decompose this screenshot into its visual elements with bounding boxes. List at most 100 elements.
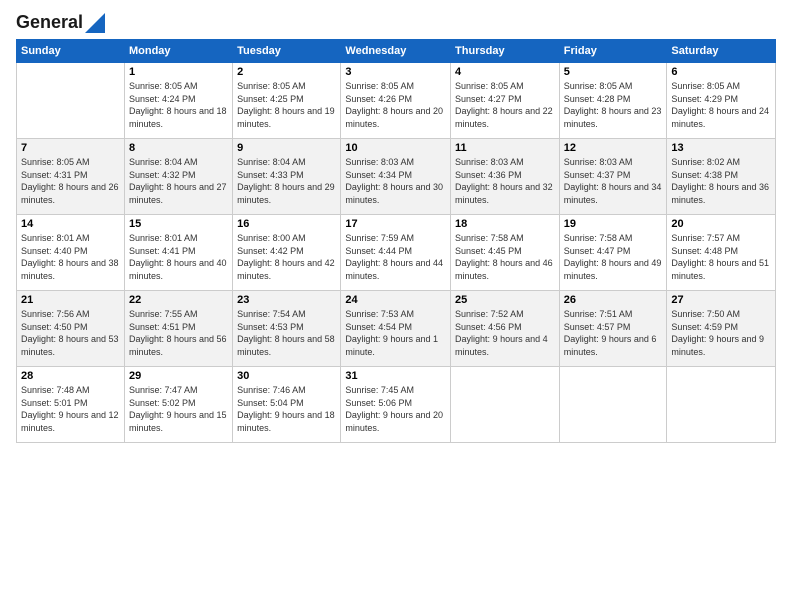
day-number: 3 [345, 66, 446, 78]
weekday-header-saturday: Saturday [667, 40, 776, 63]
calendar-cell [451, 367, 560, 443]
calendar-cell: 21 Sunrise: 7:56 AMSunset: 4:50 PMDayligh… [17, 291, 125, 367]
weekday-header-thursday: Thursday [451, 40, 560, 63]
calendar-cell: 5 Sunrise: 8:05 AMSunset: 4:28 PMDaylight… [559, 63, 667, 139]
weekday-header-wednesday: Wednesday [341, 40, 451, 63]
day-number: 26 [564, 294, 663, 306]
day-number: 15 [129, 218, 228, 230]
logo-text-general: General [16, 12, 83, 33]
day-info: Sunrise: 7:50 AMSunset: 4:59 PMDaylight:… [671, 308, 771, 358]
day-number: 31 [345, 370, 446, 382]
header: General [16, 12, 776, 29]
day-number: 4 [455, 66, 555, 78]
day-number: 2 [237, 66, 336, 78]
calendar-cell: 28 Sunrise: 7:48 AMSunset: 5:01 PMDayligh… [17, 367, 125, 443]
calendar-cell: 31 Sunrise: 7:45 AMSunset: 5:06 PMDayligh… [341, 367, 451, 443]
day-number: 5 [564, 66, 663, 78]
day-number: 19 [564, 218, 663, 230]
day-number: 9 [237, 142, 336, 154]
calendar-cell: 23 Sunrise: 7:54 AMSunset: 4:53 PMDayligh… [233, 291, 341, 367]
calendar-cell [667, 367, 776, 443]
day-number: 10 [345, 142, 446, 154]
weekday-header-friday: Friday [559, 40, 667, 63]
calendar-cell: 27 Sunrise: 7:50 AMSunset: 4:59 PMDayligh… [667, 291, 776, 367]
weekday-header-monday: Monday [124, 40, 232, 63]
day-number: 24 [345, 294, 446, 306]
day-number: 17 [345, 218, 446, 230]
calendar-cell: 6 Sunrise: 8:05 AMSunset: 4:29 PMDaylight… [667, 63, 776, 139]
day-number: 6 [671, 66, 771, 78]
calendar-cell: 4 Sunrise: 8:05 AMSunset: 4:27 PMDaylight… [451, 63, 560, 139]
day-number: 22 [129, 294, 228, 306]
day-info: Sunrise: 7:45 AMSunset: 5:06 PMDaylight:… [345, 384, 446, 434]
day-number: 13 [671, 142, 771, 154]
calendar-cell: 22 Sunrise: 7:55 AMSunset: 4:51 PMDayligh… [124, 291, 232, 367]
calendar-cell: 15 Sunrise: 8:01 AMSunset: 4:41 PMDayligh… [124, 215, 232, 291]
day-info: Sunrise: 8:01 AMSunset: 4:40 PMDaylight:… [21, 232, 120, 282]
logo-icon [85, 13, 105, 33]
day-info: Sunrise: 7:54 AMSunset: 4:53 PMDaylight:… [237, 308, 336, 358]
day-info: Sunrise: 7:56 AMSunset: 4:50 PMDaylight:… [21, 308, 120, 358]
day-number: 20 [671, 218, 771, 230]
day-info: Sunrise: 7:58 AMSunset: 4:47 PMDaylight:… [564, 232, 663, 282]
calendar-cell: 24 Sunrise: 7:53 AMSunset: 4:54 PMDayligh… [341, 291, 451, 367]
day-info: Sunrise: 8:03 AMSunset: 4:34 PMDaylight:… [345, 156, 446, 206]
day-number: 25 [455, 294, 555, 306]
day-number: 16 [237, 218, 336, 230]
day-info: Sunrise: 8:02 AMSunset: 4:38 PMDaylight:… [671, 156, 771, 206]
calendar-cell: 29Sunrise: 7:47 AMSunset: 5:02 PMDayligh… [124, 367, 232, 443]
day-info: Sunrise: 7:59 AMSunset: 4:44 PMDaylight:… [345, 232, 446, 282]
day-info: Sunrise: 7:58 AMSunset: 4:45 PMDaylight:… [455, 232, 555, 282]
day-number: 11 [455, 142, 555, 154]
day-info: Sunrise: 7:57 AMSunset: 4:48 PMDaylight:… [671, 232, 771, 282]
calendar-cell: 26 Sunrise: 7:51 AMSunset: 4:57 PMDayligh… [559, 291, 667, 367]
calendar-cell [559, 367, 667, 443]
calendar-cell: 13 Sunrise: 8:02 AMSunset: 4:38 PMDayligh… [667, 139, 776, 215]
day-number: 27 [671, 294, 771, 306]
day-info: Sunrise: 7:48 AMSunset: 5:01 PMDaylight:… [21, 384, 120, 434]
day-info: Sunrise: 7:55 AMSunset: 4:51 PMDaylight:… [129, 308, 228, 358]
calendar-cell: 25 Sunrise: 7:52 AMSunset: 4:56 PMDayligh… [451, 291, 560, 367]
day-info: Sunrise: 7:46 AMSunset: 5:04 PMDaylight:… [237, 384, 336, 434]
day-info: Sunrise: 8:03 AMSunset: 4:37 PMDaylight:… [564, 156, 663, 206]
day-info: Sunrise: 7:51 AMSunset: 4:57 PMDaylight:… [564, 308, 663, 358]
calendar-cell: 18Sunrise: 7:58 AMSunset: 4:45 PMDayligh… [451, 215, 560, 291]
calendar-cell: 19 Sunrise: 7:58 AMSunset: 4:47 PMDayligh… [559, 215, 667, 291]
day-number: 30 [237, 370, 336, 382]
day-info: Sunrise: 8:05 AMSunset: 4:25 PMDaylight:… [237, 80, 336, 130]
weekday-header-sunday: Sunday [17, 40, 125, 63]
calendar-cell: 20 Sunrise: 7:57 AMSunset: 4:48 PMDayligh… [667, 215, 776, 291]
calendar-cell: 2 Sunrise: 8:05 AMSunset: 4:25 PMDaylight… [233, 63, 341, 139]
day-info: Sunrise: 8:01 AMSunset: 4:41 PMDaylight:… [129, 232, 228, 282]
day-number: 21 [21, 294, 120, 306]
day-number: 8 [129, 142, 228, 154]
calendar-cell: 3Sunrise: 8:05 AMSunset: 4:26 PMDaylight… [341, 63, 451, 139]
day-info: Sunrise: 7:47 AMSunset: 5:02 PMDaylight:… [129, 384, 228, 434]
calendar-cell: 16 Sunrise: 8:00 AMSunset: 4:42 PMDayligh… [233, 215, 341, 291]
day-number: 28 [21, 370, 120, 382]
day-info: Sunrise: 7:52 AMSunset: 4:56 PMDaylight:… [455, 308, 555, 358]
day-info: Sunrise: 8:05 AMSunset: 4:28 PMDaylight:… [564, 80, 663, 130]
day-number: 12 [564, 142, 663, 154]
day-info: Sunrise: 8:04 AMSunset: 4:33 PMDaylight:… [237, 156, 336, 206]
day-info: Sunrise: 8:05 AMSunset: 4:27 PMDaylight:… [455, 80, 555, 130]
day-number: 7 [21, 142, 120, 154]
day-info: Sunrise: 8:05 AMSunset: 4:24 PMDaylight:… [129, 80, 228, 130]
day-info: Sunrise: 8:05 AMSunset: 4:31 PMDaylight:… [21, 156, 120, 206]
calendar-cell: 8 Sunrise: 8:04 AMSunset: 4:32 PMDaylight… [124, 139, 232, 215]
calendar-cell: 12 Sunrise: 8:03 AMSunset: 4:37 PMDayligh… [559, 139, 667, 215]
calendar-cell: 14 Sunrise: 8:01 AMSunset: 4:40 PMDayligh… [17, 215, 125, 291]
day-number: 14 [21, 218, 120, 230]
day-info: Sunrise: 7:53 AMSunset: 4:54 PMDaylight:… [345, 308, 446, 358]
day-info: Sunrise: 8:00 AMSunset: 4:42 PMDaylight:… [237, 232, 336, 282]
day-info: Sunrise: 8:05 AMSunset: 4:29 PMDaylight:… [671, 80, 771, 130]
calendar-table: SundayMondayTuesdayWednesdayThursdayFrid… [16, 39, 776, 443]
calendar-cell: 17 Sunrise: 7:59 AMSunset: 4:44 PMDayligh… [341, 215, 451, 291]
calendar-cell: 30 Sunrise: 7:46 AMSunset: 5:04 PMDayligh… [233, 367, 341, 443]
calendar-cell: 11Sunrise: 8:03 AMSunset: 4:36 PMDayligh… [451, 139, 560, 215]
calendar-cell: 7 Sunrise: 8:05 AMSunset: 4:31 PMDaylight… [17, 139, 125, 215]
day-info: Sunrise: 8:04 AMSunset: 4:32 PMDaylight:… [129, 156, 228, 206]
calendar-cell: 9 Sunrise: 8:04 AMSunset: 4:33 PMDaylight… [233, 139, 341, 215]
weekday-header-tuesday: Tuesday [233, 40, 341, 63]
day-number: 23 [237, 294, 336, 306]
